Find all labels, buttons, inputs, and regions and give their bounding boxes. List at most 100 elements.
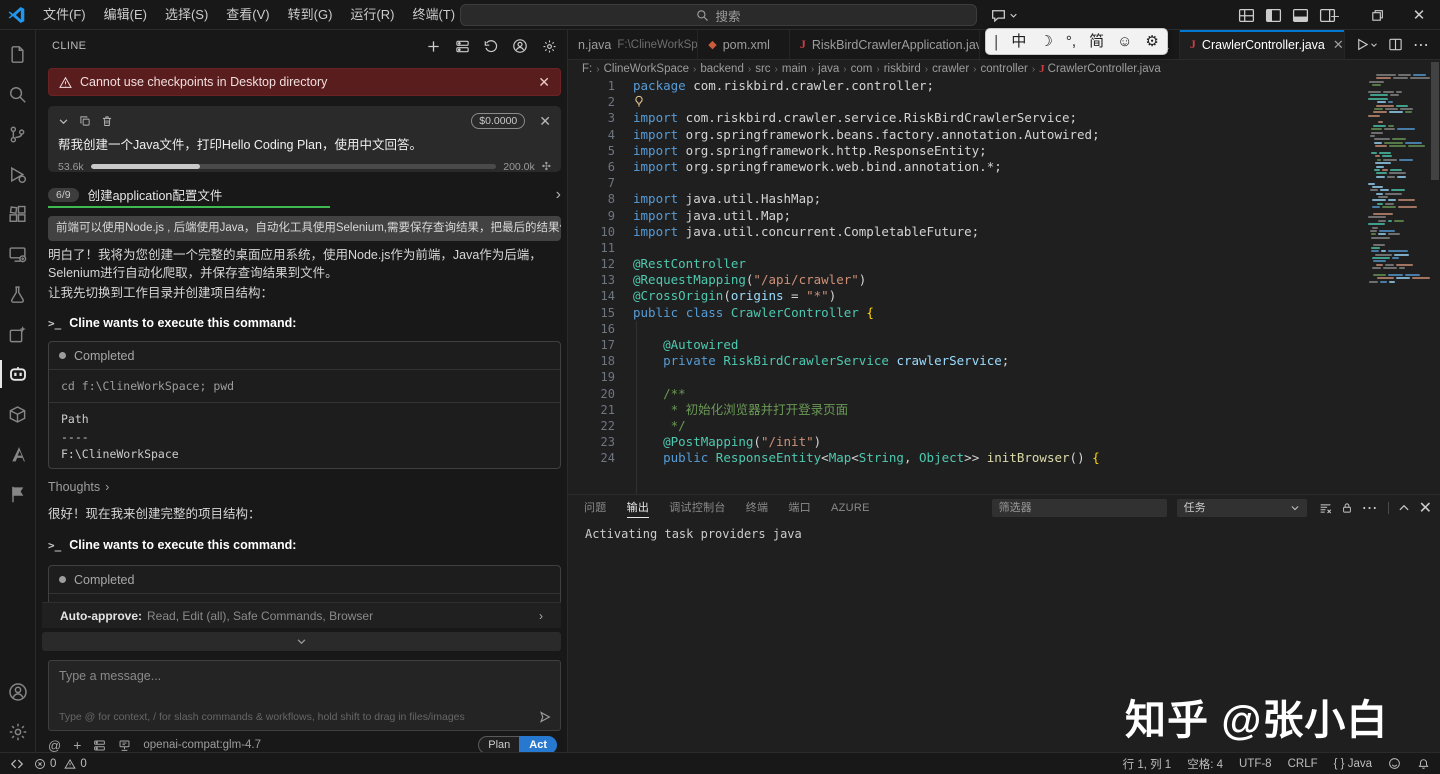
- breadcrumb-item[interactable]: F:: [582, 63, 592, 75]
- activity-testing-icon[interactable]: [0, 274, 36, 314]
- ime-caret[interactable]: |: [994, 29, 998, 54]
- breadcrumb-item[interactable]: backend: [700, 63, 743, 75]
- lightbulb-icon[interactable]: [633, 94, 645, 106]
- menu-item-0[interactable]: 文件(F): [34, 0, 95, 29]
- activity-source-control-icon[interactable]: [0, 114, 36, 154]
- status-item[interactable]: CRLF: [1288, 758, 1318, 770]
- close-task-icon[interactable]: ✕: [539, 113, 551, 130]
- more-actions-icon[interactable]: ⋯: [1362, 498, 1379, 518]
- act-button[interactable]: Act: [519, 736, 557, 752]
- activity-manage-settings-icon[interactable]: [0, 712, 36, 752]
- activity-containers-icon[interactable]: [0, 394, 36, 434]
- restore-button[interactable]: [1356, 0, 1398, 30]
- activity-accounts-icon[interactable]: [0, 672, 36, 712]
- split-editor-icon[interactable]: [1388, 37, 1403, 52]
- new-task-icon[interactable]: [423, 36, 443, 56]
- breadcrumb-item[interactable]: controller: [981, 63, 1028, 75]
- command-status[interactable]: Completed: [49, 342, 560, 370]
- activity-explorer-icon[interactable]: [0, 34, 36, 74]
- account-icon[interactable]: [510, 36, 530, 56]
- ime-moon[interactable]: ☽: [1039, 29, 1052, 54]
- menu-item-6[interactable]: 终端(T): [403, 0, 464, 29]
- output-filter-input[interactable]: 筛选器: [992, 499, 1167, 517]
- mcp-servers-icon[interactable]: [452, 36, 472, 56]
- model-selector[interactable]: openai-compat:glm-4.7: [143, 739, 261, 751]
- editor-more-actions-icon[interactable]: ⋯: [1413, 35, 1430, 55]
- close-tab-icon[interactable]: ✕: [1333, 37, 1344, 53]
- focus-chain-row[interactable]: 6/9 创建application配置文件 ›: [48, 183, 561, 208]
- breadcrumb-item[interactable]: crawler: [932, 63, 969, 75]
- status-item[interactable]: { } Java: [1334, 758, 1372, 770]
- activity-extensions-icon[interactable]: [0, 194, 36, 234]
- panel-tab-调试控制台[interactable]: 调试控制台: [669, 495, 726, 521]
- auto-approve-bar[interactable]: Auto-approve: Read, Edit (all), Safe Com…: [42, 602, 561, 628]
- command-status[interactable]: Completed: [49, 566, 560, 594]
- status-item[interactable]: 空格: 4: [1187, 756, 1223, 772]
- problems-indicator[interactable]: 0 0: [34, 758, 87, 770]
- toggle-primary-sidebar-icon[interactable]: [1265, 7, 1282, 24]
- history-icon[interactable]: [481, 36, 501, 56]
- breadcrumb-item[interactable]: ClineWorkSpace: [604, 63, 689, 75]
- panel-tab-终端[interactable]: 终端: [746, 495, 769, 521]
- copilot-chat-button[interactable]: [986, 4, 1022, 26]
- panel-tab-AZURE[interactable]: AZURE: [831, 495, 870, 521]
- menu-item-3[interactable]: 查看(V): [217, 0, 278, 29]
- toggle-panel-icon[interactable]: [1292, 7, 1309, 24]
- menu-item-1[interactable]: 编辑(E): [95, 0, 156, 29]
- menu-item-2[interactable]: 选择(S): [156, 0, 217, 29]
- resize-handle-icon[interactable]: ✣: [542, 160, 551, 173]
- ime-punctuation-mode[interactable]: °,: [1066, 29, 1076, 54]
- editor-scrollbar[interactable]: [1430, 60, 1440, 494]
- panel-tab-输出[interactable]: 输出: [627, 495, 650, 521]
- ime-ime-settings[interactable]: ⚙: [1145, 29, 1158, 54]
- banner-close-icon[interactable]: ✕: [538, 74, 550, 91]
- activity-cline-icon[interactable]: [0, 354, 36, 394]
- customize-layout-icon[interactable]: [1238, 7, 1255, 24]
- feedback-face-icon[interactable]: [1388, 757, 1401, 770]
- context-at-button[interactable]: @: [48, 738, 61, 753]
- code-editor[interactable]: 1package com.riskbird.crawler.controller…: [568, 78, 1363, 494]
- breadcrumb-item[interactable]: CrawlerController.java: [1048, 63, 1161, 75]
- lock-scroll-icon[interactable]: [1341, 502, 1353, 514]
- plan-button[interactable]: Plan: [478, 736, 519, 752]
- minimize-button[interactable]: –: [1314, 0, 1356, 30]
- breadcrumb-item[interactable]: java: [818, 63, 839, 75]
- editor-tab-CrawlerController.java[interactable]: JCrawlerController.java✕: [1180, 30, 1345, 59]
- panel-tab-问题[interactable]: 问题: [584, 495, 607, 521]
- close-button[interactable]: ✕: [1398, 0, 1440, 30]
- activity-run-debug-icon[interactable]: [0, 154, 36, 194]
- activity-plugin-flag-icon[interactable]: [0, 474, 36, 514]
- settings-icon[interactable]: [539, 36, 559, 56]
- delete-task-icon[interactable]: [101, 115, 113, 127]
- add-button[interactable]: +: [73, 737, 81, 752]
- status-item[interactable]: UTF-8: [1239, 758, 1272, 770]
- mcp-rack-icon[interactable]: [93, 739, 106, 752]
- message-input[interactable]: Type a message... Type @ for context, / …: [48, 660, 561, 731]
- command-center-search[interactable]: 搜索: [460, 4, 977, 26]
- editor-tab-n.java[interactable]: n.javaF:\ClineWorkSpace: [568, 30, 698, 59]
- thoughts-toggle[interactable]: Thoughts ›: [48, 480, 109, 494]
- collapse-task-icon[interactable]: [58, 116, 69, 127]
- copy-icon[interactable]: [79, 115, 91, 127]
- menu-item-5[interactable]: 运行(R): [341, 0, 403, 29]
- clear-output-icon[interactable]: [1319, 502, 1332, 515]
- maximize-panel-icon[interactable]: [1398, 502, 1410, 514]
- remote-indicator-icon[interactable]: [10, 757, 24, 771]
- breadcrumb-item[interactable]: com: [851, 63, 873, 75]
- breadcrumb-item[interactable]: riskbird: [884, 63, 921, 75]
- ime-emoji[interactable]: ☺: [1117, 29, 1132, 54]
- close-panel-icon[interactable]: ✕: [1419, 498, 1432, 518]
- activity-search-icon[interactable]: [0, 74, 36, 114]
- api-provider-icon[interactable]: [118, 739, 131, 752]
- quoted-context[interactable]: 前端可以使用Node.js , 后端使用Java，自动化工具使用Selenium…: [48, 216, 561, 241]
- scroll-to-bottom-button[interactable]: [42, 632, 561, 651]
- ime-simplified-chinese[interactable]: 简: [1089, 29, 1104, 54]
- send-icon[interactable]: [538, 710, 552, 724]
- breadcrumb-item[interactable]: src: [755, 63, 770, 75]
- breadcrumb[interactable]: F:›ClineWorkSpace›backend›src›main›java›…: [568, 60, 1440, 78]
- activity-chat-editor-icon[interactable]: [0, 314, 36, 354]
- editor-tab-RiskBirdCrawlerApplication.jav[interactable]: JRiskBirdCrawlerApplication.jav: [790, 30, 980, 59]
- panel-tab-端口[interactable]: 端口: [788, 495, 811, 521]
- editor-tab-pom.xml[interactable]: ◆pom.xml: [698, 30, 790, 59]
- minimap[interactable]: [1368, 74, 1430, 494]
